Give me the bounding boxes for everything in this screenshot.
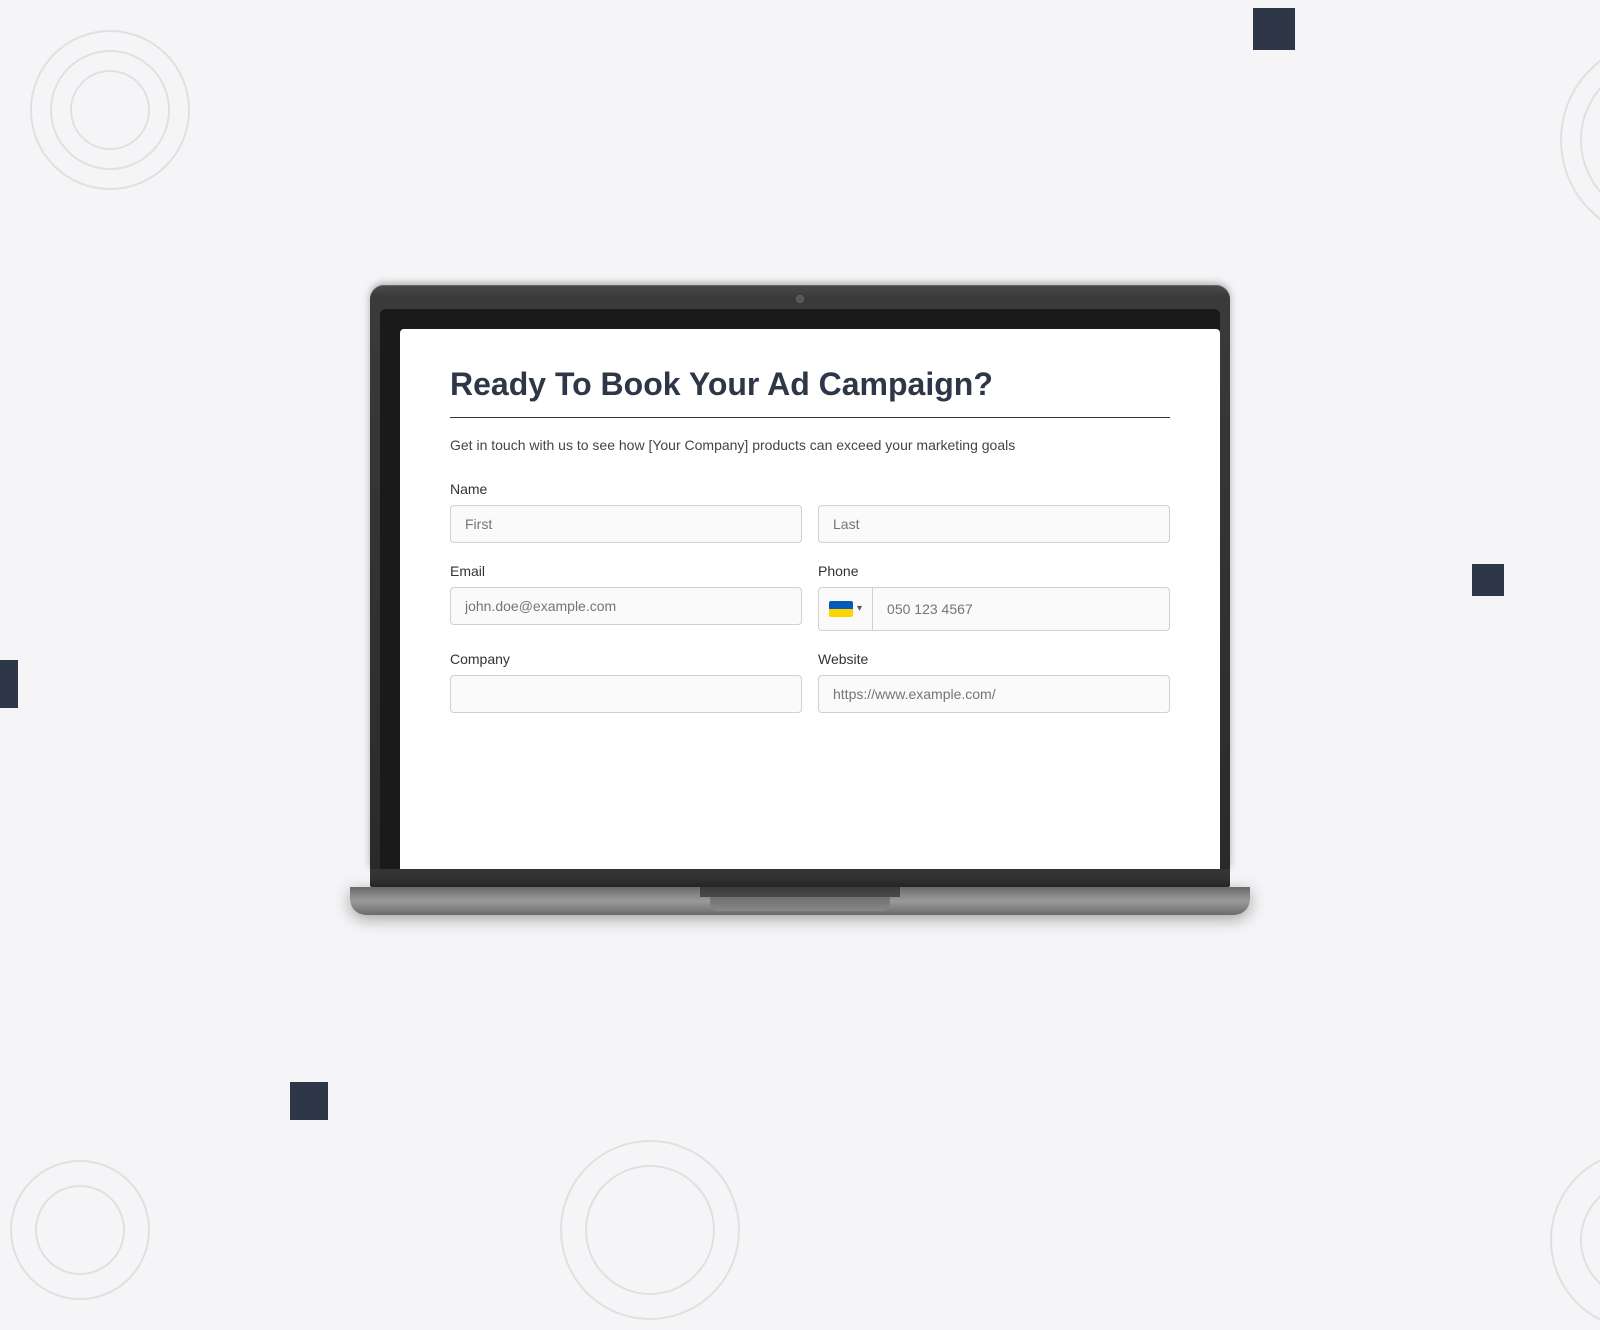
website-input[interactable] (818, 675, 1170, 713)
email-input[interactable] (450, 587, 802, 625)
deco-square-4 (290, 1082, 328, 1120)
phone-number-input[interactable] (873, 591, 1169, 627)
laptop-lid: Ready To Book Your Ad Campaign? Get in t… (370, 285, 1230, 869)
laptop-hinge (700, 887, 900, 897)
form-subtitle: Get in touch with us to see how [Your Co… (450, 434, 1170, 456)
chevron-down-icon: ▾ (857, 603, 862, 614)
ukraine-flag-icon (829, 601, 853, 617)
laptop-touchpad (710, 897, 890, 911)
screen-bezel: Ready To Book Your Ad Campaign? Get in t… (380, 309, 1220, 869)
email-label: Email (450, 563, 802, 579)
laptop-chin (370, 869, 1230, 887)
company-input[interactable] (450, 675, 802, 713)
laptop-base (350, 887, 1250, 915)
first-name-input[interactable] (450, 505, 802, 543)
last-name-input[interactable] (818, 505, 1170, 543)
flag-bottom (829, 609, 853, 617)
flag-top (829, 601, 853, 609)
flag-selector[interactable]: ▾ (819, 588, 873, 630)
screen-content: Ready To Book Your Ad Campaign? Get in t… (400, 329, 1220, 869)
phone-label: Phone (818, 563, 1170, 579)
deco-square-3 (0, 660, 18, 708)
website-label: Website (818, 651, 1170, 667)
company-label: Company (450, 651, 802, 667)
deco-square-1 (1253, 8, 1295, 50)
phone-input-wrapper: ▾ (818, 587, 1170, 631)
name-label: Name (450, 481, 1170, 497)
laptop: Ready To Book Your Ad Campaign? Get in t… (365, 285, 1235, 915)
form-divider (450, 417, 1170, 418)
form-title: Ready To Book Your Ad Campaign? (450, 365, 1170, 403)
laptop-camera (796, 295, 804, 303)
deco-square-2 (1472, 564, 1504, 596)
